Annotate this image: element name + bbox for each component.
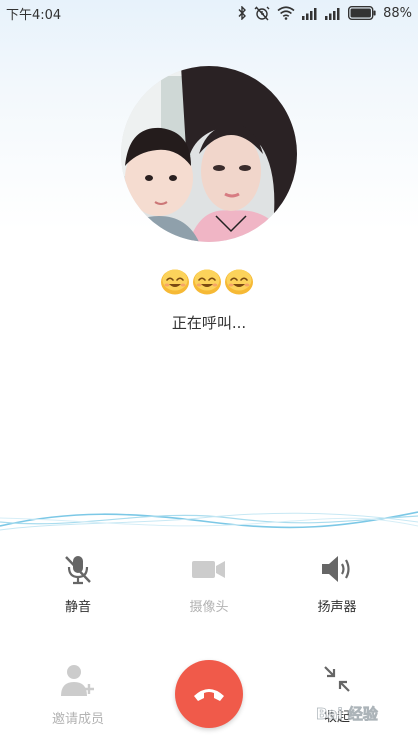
hang-up-icon [194,689,224,701]
sound-wave [0,511,418,531]
add-contact-icon [61,665,94,696]
camera-button[interactable]: 摄像头 [154,552,264,615]
hang-up-button[interactable] [175,660,243,728]
mute-label: 静音 [64,600,91,615]
smiling-face-emoji [193,269,221,295]
battery-percent: 88% [383,5,412,21]
emoji-row [160,266,254,296]
smiling-face-emoji [161,269,189,295]
status-time: 下午4:04 [6,8,62,23]
signal-icon [302,7,317,20]
speaker-label: 扬声器 [317,600,357,615]
wifi-icon [277,6,295,20]
battery-icon [348,6,376,20]
call-status: 正在呼叫... [171,314,247,332]
status-icons: 88% [237,3,412,23]
video-camera-icon [192,561,225,578]
status-bar: 下午4:04 88% [0,0,418,26]
caller-avatar [121,66,297,242]
signal-icon [325,7,340,20]
mute-button[interactable]: 静音 [23,552,133,615]
microphone-off-icon [65,556,91,585]
watermark-logo: Bai 经验 [316,705,380,724]
speaker-icon [322,556,350,582]
bluetooth-icon [238,6,247,20]
smiling-face-emoji [225,269,253,295]
invite-members-button[interactable]: 邀请成员 [23,662,133,727]
svg-text:Bai 经验: Bai 经验 [316,705,379,723]
invite-members-label: 邀请成员 [51,712,104,727]
collapse-icon [324,666,350,692]
speaker-button[interactable]: 扬声器 [282,552,392,615]
alarm-off-icon [254,6,270,21]
camera-label: 摄像头 [189,600,229,615]
